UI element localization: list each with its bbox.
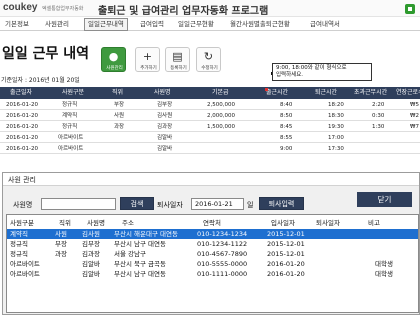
search-button[interactable]: 검색 (120, 197, 154, 210)
refresh-icon: ↻ (203, 50, 214, 63)
menu-item-monthly-attendance[interactable]: 월간사원별출퇴근현황 (230, 18, 290, 31)
table-row[interactable]: 2016-01-20 계약직 사원 김사원 2,000,000 8:50 18:… (0, 111, 420, 121)
logo-tagline: 엑셀통합업무자동화 (42, 6, 84, 12)
column-header: 출근일자 (10, 89, 33, 96)
column-header: 사원명 (154, 89, 171, 96)
edit-button[interactable]: ↻ 수정하기 (196, 47, 221, 72)
register-button[interactable]: ▤ 등록하기 (165, 47, 190, 72)
list-item[interactable]: 계약직 사원 김사원 부산시 해운대구 대연동 010-1234-1234 20… (7, 229, 418, 239)
document-icon: ▤ (172, 50, 183, 63)
column-header: 직위 (59, 219, 71, 227)
employee-name-label: 사원명 (13, 201, 33, 209)
menu-item-basic-info[interactable]: 기본정보 (5, 18, 29, 31)
list-item[interactable]: 아르바이트 김알바 부산시 남구 대연동 010-1111-0000 2016-… (7, 269, 418, 279)
retire-date-input[interactable]: 2016-01-21 (191, 198, 244, 210)
column-header: 퇴근시간 (315, 89, 338, 96)
menu-item-salary-input[interactable]: 급여입력 (140, 18, 164, 31)
comment-marker (265, 88, 268, 91)
column-header: 입사일자 (271, 219, 295, 227)
window-icon[interactable] (405, 4, 415, 14)
close-button[interactable]: 닫기 (357, 192, 412, 207)
column-header: 기본급 (212, 89, 229, 96)
column-header: 연락처 (203, 219, 221, 227)
table-row[interactable]: 2016-01-20 정규직 과장 김과장 1,500,000 8:45 19:… (0, 122, 420, 132)
time-format-note: 9:00, 18:00와 같이 형식으로 입력하세요. (272, 63, 372, 81)
employee-mgmt-dialog: 사원 관리 사원명 검색 퇴사일자 2016-01-21 일 퇴사입력 닫기 사… (2, 172, 420, 315)
employee-list[interactable]: 사원구분 직위 사원명 주소 연락처 입사일자 퇴사일자 비고 계약직 사원 김… (6, 214, 419, 313)
menu-item-daily-status[interactable]: 일일근무현황 (178, 18, 214, 31)
plus-icon: + (142, 50, 153, 63)
table-row[interactable]: 2016-01-20 아르바이트 김알바 8:55 17:00 (0, 133, 420, 143)
dialog-title: 사원 관리 (8, 176, 36, 184)
app-header: coukey 엑셀통합업무자동화 출퇴근 및 급여관리 업무자동화 프로그램 (0, 0, 420, 17)
menu-bar: 기본정보 사원관리 일일근무내역 급여입력 일일근무현황 월간사원별출퇴근현황 … (0, 18, 420, 31)
table-row[interactable]: 2016-01-20 아르바이트 김알바 9:00 17:30 (0, 144, 420, 154)
retire-date-label: 퇴사일자 (157, 201, 183, 209)
reference-date: 기준일자 : 2016년 01월 20일 (1, 77, 80, 84)
dialog-titlebar[interactable]: 사원 관리 (3, 173, 419, 186)
employee-name-input[interactable] (41, 198, 116, 210)
list-item[interactable]: 정규직 부장 김부장 부산시 남구 대연동 010-1234-1122 2015… (7, 239, 418, 249)
menu-item-payslip[interactable]: 급여내역서 (310, 18, 340, 31)
menu-item-employee-mgmt[interactable]: 사원관리 (45, 18, 69, 31)
column-header: 사원명 (87, 219, 105, 227)
column-header: 퇴사일자 (316, 219, 340, 227)
menu-item-daily-work-log[interactable]: 일일근무내역 (84, 18, 128, 31)
column-header: 비고 (368, 219, 380, 227)
list-item[interactable]: 아르바이트 김알바 부산시 북구 금곡동 010-5555-0000 2016-… (7, 259, 418, 269)
column-header: 연장근로수 (396, 89, 420, 96)
column-header: 사원구분 (62, 89, 85, 96)
app-logo: coukey (3, 2, 38, 13)
add-button[interactable]: + 추가하기 (135, 47, 160, 72)
column-header: 주소 (122, 219, 134, 227)
employee-mgmt-button[interactable]: ● 사원관리 (101, 47, 126, 72)
retire-date-suffix: 일 (247, 201, 254, 209)
column-header: 직위 (112, 89, 124, 96)
app-title: 출퇴근 및 급여관리 업무자동화 프로그램 (98, 6, 269, 17)
column-header: 사원구분 (10, 219, 34, 227)
person-icon: ● (108, 50, 119, 63)
table-row[interactable]: 2016-01-20 정규직 부장 김부장 2,500,000 8:40 18:… (0, 100, 420, 110)
list-item[interactable]: 정규직 과장 김과장 서울 강남구 010-4567-7890 2015-12-… (7, 249, 418, 259)
retire-input-button[interactable]: 퇴사입력 (259, 197, 304, 210)
column-header: 초과근무시간 (354, 89, 388, 96)
grid-header: 출근일자 사원구분 직위 사원명 기본급 출근시간 퇴근시간 초과근무시간 연장… (0, 87, 420, 99)
column-header: 출근시간 (266, 89, 289, 96)
page-title: 일일 근무 내역 (2, 46, 90, 62)
